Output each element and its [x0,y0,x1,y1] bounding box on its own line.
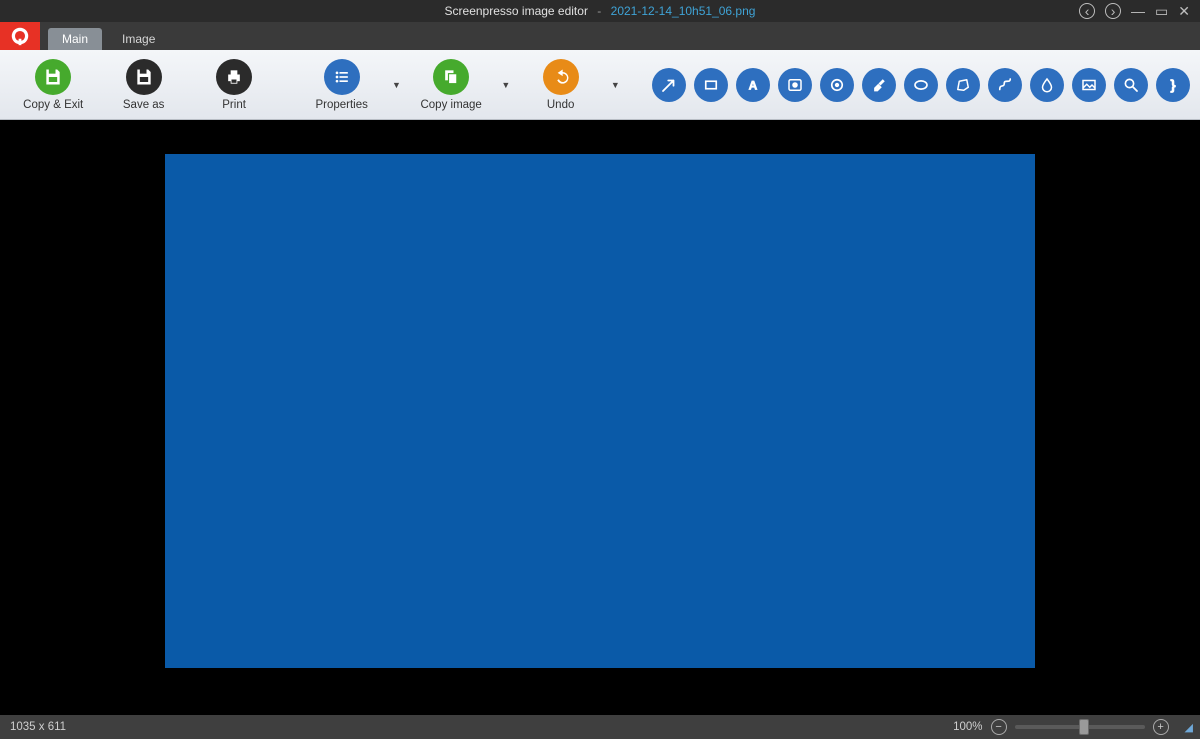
zoom-controls: 100% − + [953,719,1168,735]
zoom-slider-thumb[interactable] [1079,719,1089,735]
copy-and-exit-button[interactable]: Copy & Exit [10,53,96,117]
tab-image[interactable]: Image [108,28,169,50]
resize-grip-icon[interactable]: ◢ [1185,721,1190,734]
title-sep: - [597,4,601,18]
copy-image-button[interactable]: Copy image [408,53,494,117]
print-label: Print [222,99,246,111]
copy-image-dropdown[interactable]: ▼ [498,53,513,117]
undo-label: Undo [547,99,575,111]
magnify-tool[interactable] [1114,68,1148,102]
svg-text:A: A [749,78,758,92]
polygon-tool[interactable] [946,68,980,102]
target-tool[interactable] [820,68,854,102]
number-stamp-tool[interactable] [778,68,812,102]
file-name: 2021-12-14_10h51_06.png [611,4,756,18]
undo-button[interactable]: Undo [517,53,603,117]
tab-main-label: Main [62,32,88,46]
save-as-button[interactable]: Save as [100,53,186,117]
maximize-button[interactable]: ▭ [1155,3,1168,20]
zoom-out-button[interactable]: − [991,719,1007,735]
window-title: Screenpresso image editor - 2021-12-14_1… [0,4,1200,18]
zoom-percentage: 100% [953,721,982,733]
properties-dropdown[interactable]: ▼ [389,53,404,117]
close-button[interactable]: ✕ [1178,3,1190,20]
text-tool[interactable]: A [736,68,770,102]
image-tool[interactable] [1072,68,1106,102]
svg-text:}: } [1170,77,1176,92]
list-icon [324,59,360,95]
copy-and-exit-label: Copy & Exit [23,99,83,111]
rectangle-tool[interactable] [694,68,728,102]
properties-label: Properties [315,99,367,111]
printer-icon [216,59,252,95]
image-dimensions: 1035 x 611 [10,721,66,733]
properties-button[interactable]: Properties [298,53,384,117]
brace-tool[interactable]: } [1156,68,1190,102]
undo-dropdown[interactable]: ▼ [608,53,623,117]
highlight-tool[interactable] [862,68,896,102]
titlebar: Screenpresso image editor - 2021-12-14_1… [0,0,1200,22]
canvas-area[interactable] [0,120,1200,715]
minimize-button[interactable]: — [1131,3,1145,20]
zoom-in-button[interactable]: + [1153,719,1169,735]
prev-image-button[interactable]: ‹ [1079,3,1095,19]
floppy-check-icon [35,59,71,95]
app-name: Screenpresso image editor [445,4,588,18]
curve-tool[interactable] [988,68,1022,102]
tabs: Main Image [40,22,169,50]
copy-icon [433,59,469,95]
ribbon-toolbar: Copy & Exit Save as Print Properties ▼ C… [0,50,1200,120]
annotation-tools: A } [652,68,1190,102]
arrow-tool[interactable] [652,68,686,102]
save-as-label: Save as [123,99,165,111]
floppy-icon [126,59,162,95]
ellipse-tool[interactable] [904,68,938,102]
print-button[interactable]: Print [191,53,277,117]
tabstrip: Main Image [0,22,1200,50]
statusbar: 1035 x 611 100% − + ◢ [0,715,1200,739]
next-image-button[interactable]: › [1105,3,1121,19]
artboard[interactable] [165,154,1035,668]
zoom-slider[interactable] [1015,725,1145,729]
blur-tool[interactable] [1030,68,1064,102]
tab-image-label: Image [122,32,155,46]
copy-image-label: Copy image [420,99,481,111]
window-controls: ‹ › — ▭ ✕ [1079,3,1200,20]
app-logo[interactable] [0,22,40,50]
tab-main[interactable]: Main [48,28,102,50]
undo-icon [543,59,579,95]
